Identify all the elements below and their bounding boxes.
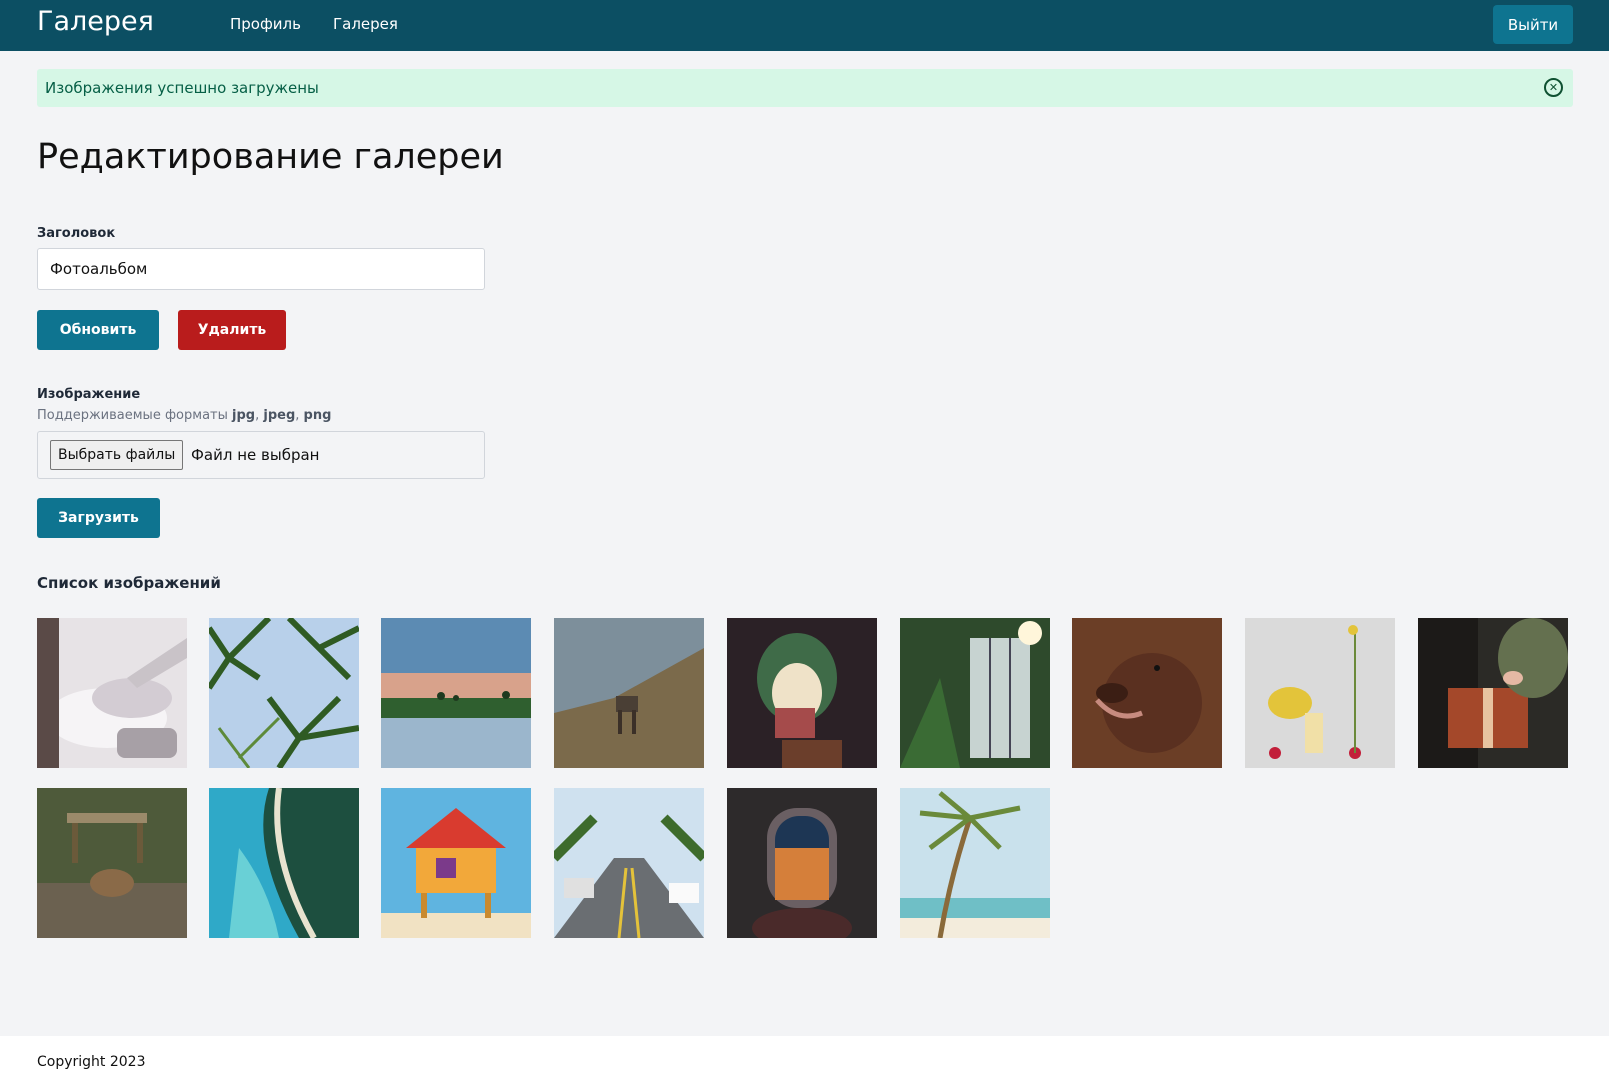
- gallery-image[interactable]: [1072, 618, 1222, 768]
- image-list-title: Список изображений: [37, 574, 221, 592]
- format-jpeg: jpeg: [263, 408, 296, 423]
- gallery-image[interactable]: [900, 788, 1050, 938]
- title-field-label: Заголовок: [37, 226, 116, 241]
- gallery-image[interactable]: [727, 788, 877, 938]
- gallery-image[interactable]: [727, 618, 877, 768]
- title-input[interactable]: [37, 248, 485, 290]
- update-button[interactable]: Обновить: [37, 310, 159, 350]
- file-input: Выбрать файлы Файл не выбран: [37, 431, 485, 479]
- brand-logo[interactable]: Галерея: [37, 6, 154, 37]
- gallery-image[interactable]: [209, 788, 359, 938]
- delete-button[interactable]: Удалить: [178, 310, 286, 350]
- gallery-image[interactable]: [1245, 618, 1395, 768]
- gallery-image[interactable]: [209, 618, 359, 768]
- gallery-image[interactable]: [554, 788, 704, 938]
- gallery-image[interactable]: [554, 618, 704, 768]
- gallery-image[interactable]: [900, 618, 1050, 768]
- choose-files-button[interactable]: Выбрать файлы: [50, 440, 184, 470]
- footer: Copyright 2023: [0, 1036, 1609, 1076]
- alert-message: Изображения успешно загружены: [45, 79, 319, 97]
- formats-prefix: Поддерживаемые форматы: [37, 408, 228, 423]
- gallery-image[interactable]: [381, 788, 531, 938]
- format-jpg: jpg: [232, 408, 256, 423]
- gallery-image[interactable]: [37, 788, 187, 938]
- success-alert: Изображения успешно загружены ✕: [37, 69, 1573, 107]
- formats-hint: Поддерживаемые форматы jpg, jpeg, png: [37, 408, 332, 423]
- no-file-status: Файл не выбран: [191, 446, 320, 464]
- navbar: Галерея Профиль Галерея Выйти: [0, 0, 1609, 51]
- gallery-image[interactable]: [37, 618, 187, 768]
- image-field-label: Изображение: [37, 387, 141, 402]
- page-title: Редактирование галереи: [37, 137, 504, 177]
- nav-link-gallery[interactable]: Галерея: [333, 15, 398, 33]
- gallery-image[interactable]: [1418, 618, 1568, 768]
- format-png: png: [303, 408, 332, 423]
- copyright-text: Copyright 2023: [37, 1054, 146, 1070]
- nav-link-profile[interactable]: Профиль: [230, 15, 301, 33]
- logout-button[interactable]: Выйти: [1493, 5, 1573, 44]
- upload-button[interactable]: Загрузить: [37, 498, 160, 538]
- close-icon[interactable]: ✕: [1544, 78, 1563, 97]
- gallery-image[interactable]: [381, 618, 531, 768]
